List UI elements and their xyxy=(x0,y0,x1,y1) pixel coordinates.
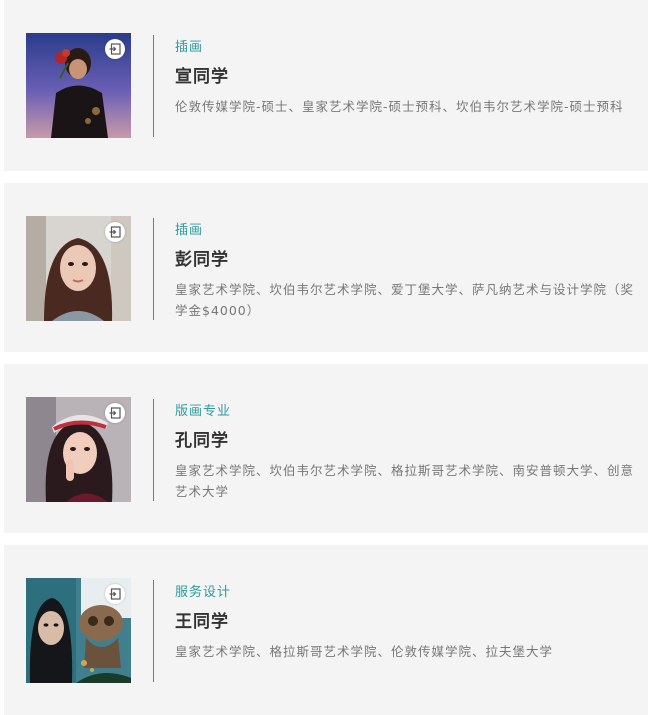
student-name[interactable]: 孔同学 xyxy=(175,430,634,452)
card-divider xyxy=(153,35,154,137)
student-photo[interactable] xyxy=(26,397,131,502)
student-name[interactable]: 彭同学 xyxy=(175,249,634,271)
enter-icon[interactable] xyxy=(105,39,125,59)
student-schools: 皇家艺术学院、格拉斯哥艺术学院、伦敦传媒学院、拉夫堡大学 xyxy=(175,644,554,659)
student-major[interactable]: 服务设计 xyxy=(175,585,634,601)
enter-icon[interactable] xyxy=(105,222,125,242)
student-card[interactable]: 插画 宣同学 伦敦传媒学院-硕士、皇家艺术学院-硕士预科、坎伯韦尔艺术学院-硕士… xyxy=(4,0,648,171)
student-schools: 皇家艺术学院、坎伯韦尔艺术学院、格拉斯哥艺术学院、南安普顿大学、创意艺术大学 xyxy=(175,463,635,499)
student-major[interactable]: 插画 xyxy=(175,40,634,56)
student-info: 插画 宣同学 伦敦传媒学院-硕士、皇家艺术学院-硕士预科、坎伯韦尔艺术学院-硕士… xyxy=(175,40,634,117)
student-major[interactable]: 插画 xyxy=(175,223,634,239)
student-name[interactable]: 宣同学 xyxy=(175,66,634,88)
card-divider xyxy=(153,218,154,320)
card-divider xyxy=(153,580,154,682)
student-name[interactable]: 王同学 xyxy=(175,611,634,633)
student-major[interactable]: 版画专业 xyxy=(175,404,634,420)
student-photo[interactable] xyxy=(26,33,131,138)
student-schools: 皇家艺术学院、坎伯韦尔艺术学院、爱丁堡大学、萨凡纳艺术与设计学院（奖学金$400… xyxy=(175,282,635,318)
student-list: 插画 宣同学 伦敦传媒学院-硕士、皇家艺术学院-硕士预科、坎伯韦尔艺术学院-硕士… xyxy=(0,0,650,715)
card-divider xyxy=(153,399,154,501)
student-card[interactable]: 插画 彭同学 皇家艺术学院、坎伯韦尔艺术学院、爱丁堡大学、萨凡纳艺术与设计学院（… xyxy=(4,183,648,352)
student-info: 版画专业 孔同学 皇家艺术学院、坎伯韦尔艺术学院、格拉斯哥艺术学院、南安普顿大学… xyxy=(175,404,634,502)
student-card[interactable]: 版画专业 孔同学 皇家艺术学院、坎伯韦尔艺术学院、格拉斯哥艺术学院、南安普顿大学… xyxy=(4,364,648,533)
student-info: 服务设计 王同学 皇家艺术学院、格拉斯哥艺术学院、伦敦传媒学院、拉夫堡大学 xyxy=(175,585,634,662)
enter-icon[interactable] xyxy=(105,584,125,604)
student-schools: 伦敦传媒学院-硕士、皇家艺术学院-硕士预科、坎伯韦尔艺术学院-硕士预科 xyxy=(175,99,624,114)
enter-icon[interactable] xyxy=(105,403,125,423)
student-photo[interactable] xyxy=(26,578,131,683)
student-card[interactable]: 服务设计 王同学 皇家艺术学院、格拉斯哥艺术学院、伦敦传媒学院、拉夫堡大学 xyxy=(4,545,648,715)
student-info: 插画 彭同学 皇家艺术学院、坎伯韦尔艺术学院、爱丁堡大学、萨凡纳艺术与设计学院（… xyxy=(175,223,634,321)
student-photo[interactable] xyxy=(26,216,131,321)
